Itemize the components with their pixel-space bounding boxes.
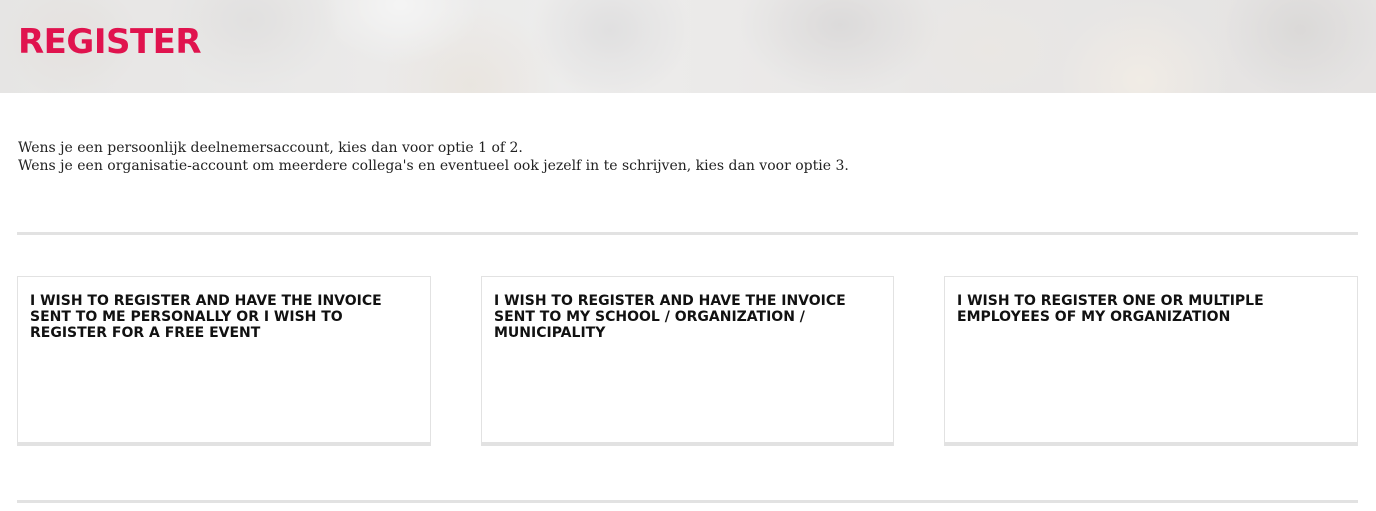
intro-text: Wens je een persoonlijk deelnemersaccoun… — [18, 139, 1358, 175]
option-card-title: I WISH TO REGISTER AND HAVE THE INVOICE … — [494, 293, 846, 341]
divider-top — [17, 232, 1358, 235]
intro-line-personal: Wens je een persoonlijk deelnemersaccoun… — [18, 140, 523, 156]
option-card-organization-invoice[interactable]: I WISH TO REGISTER AND HAVE THE INVOICE … — [481, 276, 894, 446]
option-card-employees[interactable]: I WISH TO REGISTER ONE OR MULTIPLE EMPLO… — [944, 276, 1358, 446]
page-title: REGISTER — [18, 22, 202, 62]
option-card-title: I WISH TO REGISTER AND HAVE THE INVOICE … — [30, 293, 382, 341]
option-card-personal[interactable]: I WISH TO REGISTER AND HAVE THE INVOICE … — [17, 276, 431, 446]
hero-overlay — [0, 0, 1376, 93]
divider-bottom — [17, 500, 1358, 503]
intro-line-organization: Wens je een organisatie-account om meerd… — [18, 158, 849, 174]
hero-banner: REGISTER — [0, 0, 1376, 93]
option-card-title: I WISH TO REGISTER ONE OR MULTIPLE EMPLO… — [957, 293, 1264, 325]
